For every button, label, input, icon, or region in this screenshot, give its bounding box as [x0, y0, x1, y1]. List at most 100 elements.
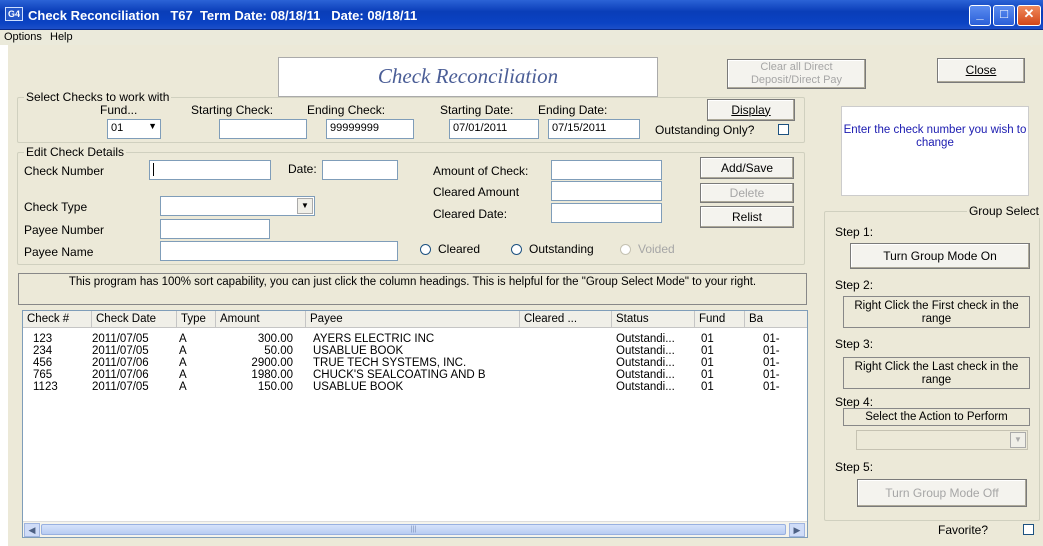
fund-value: 01: [111, 122, 124, 134]
cell-payee: AYERS ELECTRIC INC: [313, 333, 435, 345]
cleared-date-label: Cleared Date:: [433, 207, 508, 221]
relist-button[interactable]: Relist: [700, 206, 794, 228]
step4-label: Step 4:: [835, 395, 874, 409]
cell-status: Outstandi...: [616, 381, 675, 393]
ending-check-label: Ending Check:: [307, 103, 386, 117]
cleared-date-input[interactable]: [551, 203, 662, 223]
table-row[interactable]: 1123 2011/07/05 A 150.00 USABLUE BOOK Outstan…: [23, 381, 807, 393]
table-row[interactable]: 456 2011/07/06 A 2900.00 TRUE TECH SYSTEMS, …: [23, 357, 807, 369]
column-header-check-date[interactable]: Check Date: [92, 311, 177, 328]
menu-help[interactable]: Help: [50, 31, 73, 43]
cell-fund: 01: [701, 345, 714, 357]
date-input[interactable]: [322, 160, 398, 180]
chevron-down-icon: ▼: [148, 121, 157, 131]
text-cursor: [153, 163, 154, 176]
cell-bank: 01-: [763, 333, 780, 345]
delete-button[interactable]: Delete: [700, 183, 794, 203]
edit-details-legend: Edit Check Details: [24, 145, 127, 159]
add-save-button[interactable]: Add/Save: [700, 157, 794, 179]
radio-voided[interactable]: [620, 244, 631, 255]
table-header: Check # Check Date Type Amount Payee Cle…: [23, 311, 807, 328]
chevron-down-icon: ▼: [1010, 432, 1026, 448]
step3-label: Step 3:: [835, 337, 874, 351]
clear-direct-deposit-button[interactable]: Clear all Direct Deposit/Direct Pay: [727, 59, 866, 89]
minimize-button[interactable]: _: [969, 5, 991, 26]
close-button[interactable]: Close: [937, 58, 1025, 83]
cell-fund: 01: [701, 333, 714, 345]
cell-amount: 2900.00: [251, 357, 293, 369]
fund-select[interactable]: 01 ▼: [107, 119, 161, 139]
step2-label: Step 2:: [835, 278, 874, 292]
radio-voided-label[interactable]: Voided: [638, 242, 675, 256]
cell-amount: 50.00: [264, 345, 293, 357]
starting-check-input[interactable]: [219, 119, 307, 139]
table-row[interactable]: 123 2011/07/05 A 300.00 AYERS ELECTRIC INC Ou…: [23, 333, 807, 345]
table-row[interactable]: 234 2011/07/05 A 50.00 USABLUE BOOK Outstandi…: [23, 345, 807, 357]
starting-date-label: Starting Date:: [440, 103, 514, 117]
fund-label[interactable]: Fund...: [100, 103, 137, 117]
favorite-checkbox[interactable]: [1023, 524, 1034, 535]
cell-type: A: [179, 381, 187, 393]
ending-check-input[interactable]: 99999999: [326, 119, 414, 139]
payee-name-label: Payee Name: [24, 245, 94, 259]
cell-fund: 01: [701, 369, 714, 381]
cell-status: Outstandi...: [616, 369, 675, 381]
chevron-down-icon: ▼: [297, 198, 313, 214]
cell-payee: TRUE TECH SYSTEMS, INC.: [313, 357, 467, 369]
radio-outstanding-label[interactable]: Outstanding: [529, 242, 594, 256]
check-number-input[interactable]: [149, 160, 271, 180]
window-close-button[interactable]: ✕: [1017, 5, 1041, 26]
action-select[interactable]: ▼: [856, 430, 1028, 450]
check-number-label: Check Number: [24, 164, 105, 178]
cell-type: A: [179, 345, 187, 357]
select-checks-legend: Select Checks to work with: [24, 90, 172, 104]
cell-bank: 01-: [763, 369, 780, 381]
cell-amount: 300.00: [257, 333, 293, 345]
outstanding-only-checkbox[interactable]: [778, 124, 789, 135]
group-mode-on-button[interactable]: Turn Group Mode On: [850, 243, 1030, 269]
check-type-label: Check Type: [24, 200, 88, 214]
cell-status: Outstandi...: [616, 357, 675, 369]
maximize-button[interactable]: □: [993, 5, 1015, 26]
ending-date-label: Ending Date:: [538, 103, 608, 117]
checks-table[interactable]: Check # Check Date Type Amount Payee Cle…: [22, 310, 808, 538]
display-button[interactable]: Display: [707, 99, 795, 121]
cell-payee: USABLUE BOOK: [313, 381, 404, 393]
menu-bar: Options Help: [0, 30, 1043, 45]
menu-options[interactable]: Options: [4, 31, 42, 43]
payee-name-input[interactable]: [160, 241, 398, 261]
cell-check-number: 1123: [33, 381, 58, 393]
cell-status: Outstandi...: [616, 345, 675, 357]
column-header-check-number[interactable]: Check #: [23, 311, 92, 328]
column-header-type[interactable]: Type: [177, 311, 216, 328]
check-type-select[interactable]: ▼: [160, 196, 315, 216]
scroll-right-icon[interactable]: ▶: [789, 523, 805, 537]
column-header-bank[interactable]: Ba: [745, 311, 807, 328]
cell-check-date: 2011/07/05: [92, 381, 149, 393]
table-row[interactable]: 765 2011/07/06 A 1980.00 CHUCK'S SEALCOATING…: [23, 369, 807, 381]
cell-payee: USABLUE BOOK: [313, 345, 404, 357]
horizontal-scrollbar[interactable]: ◀ ||| ▶: [23, 521, 807, 537]
column-header-amount[interactable]: Amount: [216, 311, 306, 328]
starting-date-input[interactable]: 07/01/2011: [449, 119, 539, 139]
cleared-amount-input[interactable]: [551, 181, 662, 201]
favorite-label: Favorite?: [938, 523, 989, 537]
radio-cleared[interactable]: [420, 244, 431, 255]
radio-cleared-label[interactable]: Cleared: [438, 242, 480, 256]
column-header-payee[interactable]: Payee: [306, 311, 520, 328]
cell-bank: 01-: [763, 345, 780, 357]
scrollbar-thumb[interactable]: |||: [41, 524, 786, 535]
ending-date-input[interactable]: 07/15/2011: [548, 119, 640, 139]
edit-check-details-group: Edit Check Details: [17, 145, 805, 265]
column-header-status[interactable]: Status: [612, 311, 695, 328]
cell-status: Outstandi...: [616, 333, 675, 345]
cell-amount: 150.00: [257, 381, 293, 393]
radio-outstanding[interactable]: [511, 244, 522, 255]
scroll-left-icon[interactable]: ◀: [24, 523, 40, 537]
group-mode-off-button[interactable]: Turn Group Mode Off: [857, 479, 1027, 507]
column-header-cleared[interactable]: Cleared ...: [520, 311, 612, 328]
column-header-fund[interactable]: Fund: [695, 311, 745, 328]
cell-type: A: [179, 357, 187, 369]
payee-number-input[interactable]: [160, 219, 270, 239]
amount-input[interactable]: [551, 160, 662, 180]
